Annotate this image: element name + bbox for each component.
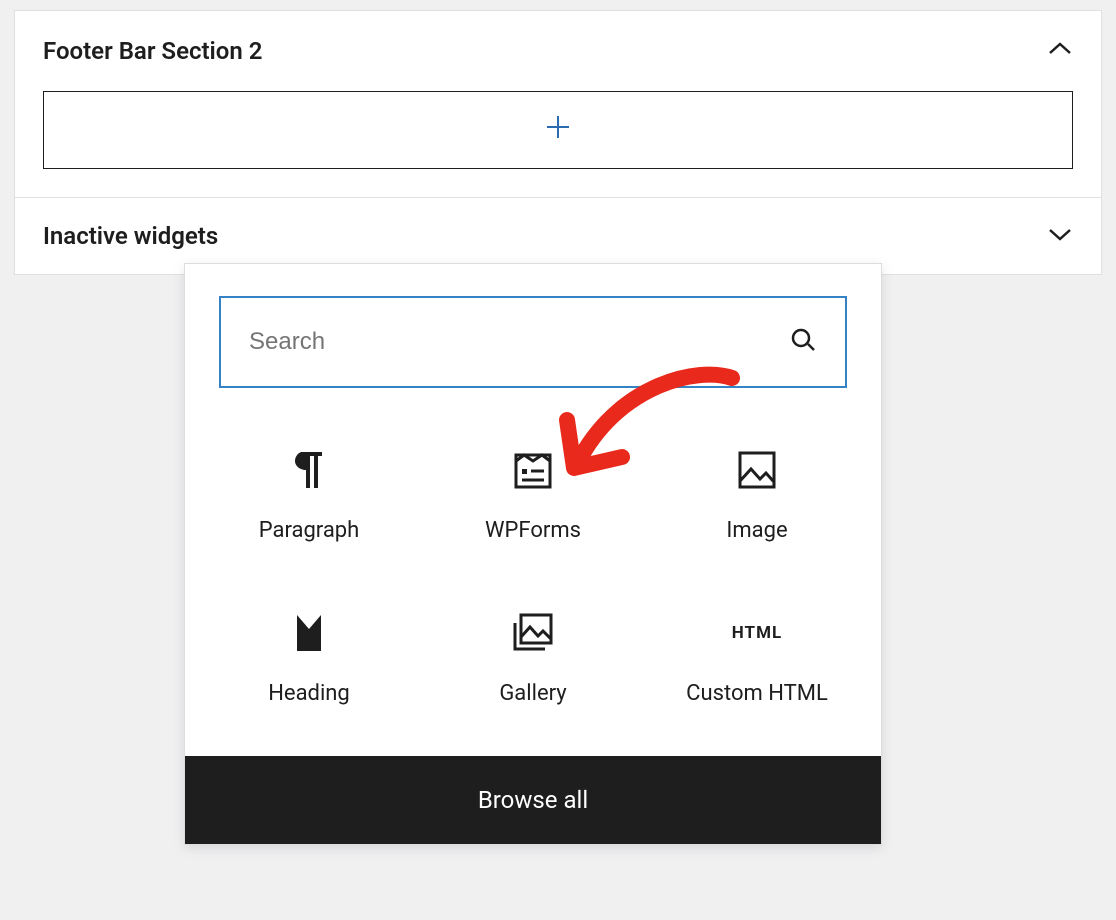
- widget-area-panel: Footer Bar Section 2: [14, 10, 1102, 198]
- chevron-down-icon: [1047, 226, 1073, 246]
- widget-area-header[interactable]: Footer Bar Section 2: [15, 11, 1101, 91]
- block-item-image[interactable]: Image: [645, 428, 869, 563]
- block-item-gallery[interactable]: Gallery: [421, 591, 645, 726]
- block-label: Image: [726, 518, 787, 543]
- block-label: Paragraph: [259, 518, 360, 543]
- search-icon: [789, 326, 817, 358]
- block-inserter-popover: Paragraph WPForms: [184, 263, 882, 845]
- image-icon: [736, 448, 778, 492]
- block-label: Heading: [268, 681, 350, 706]
- html-icon: HTML: [732, 611, 782, 655]
- search-input[interactable]: [249, 328, 789, 356]
- block-label: Custom HTML: [686, 681, 828, 706]
- inserter-search-wrap: [185, 264, 881, 408]
- heading-icon: [293, 611, 325, 655]
- block-label: WPForms: [485, 518, 581, 543]
- browse-all-button[interactable]: Browse all: [185, 756, 881, 844]
- block-grid: Paragraph WPForms: [185, 408, 881, 756]
- widget-area-title: Footer Bar Section 2: [43, 37, 262, 65]
- search-box[interactable]: [219, 296, 847, 388]
- plus-icon: [544, 113, 572, 147]
- add-block-button[interactable]: [43, 91, 1073, 169]
- wpforms-icon: [512, 448, 554, 492]
- inactive-widgets-title: Inactive widgets: [43, 222, 218, 250]
- block-item-paragraph[interactable]: Paragraph: [197, 428, 421, 563]
- block-item-wpforms[interactable]: WPForms: [421, 428, 645, 563]
- block-item-heading[interactable]: Heading: [197, 591, 421, 726]
- gallery-icon: [511, 611, 555, 655]
- block-label: Gallery: [499, 681, 566, 706]
- paragraph-icon: [292, 448, 326, 492]
- chevron-up-icon: [1047, 41, 1073, 61]
- block-item-custom-html[interactable]: HTML Custom HTML: [645, 591, 869, 726]
